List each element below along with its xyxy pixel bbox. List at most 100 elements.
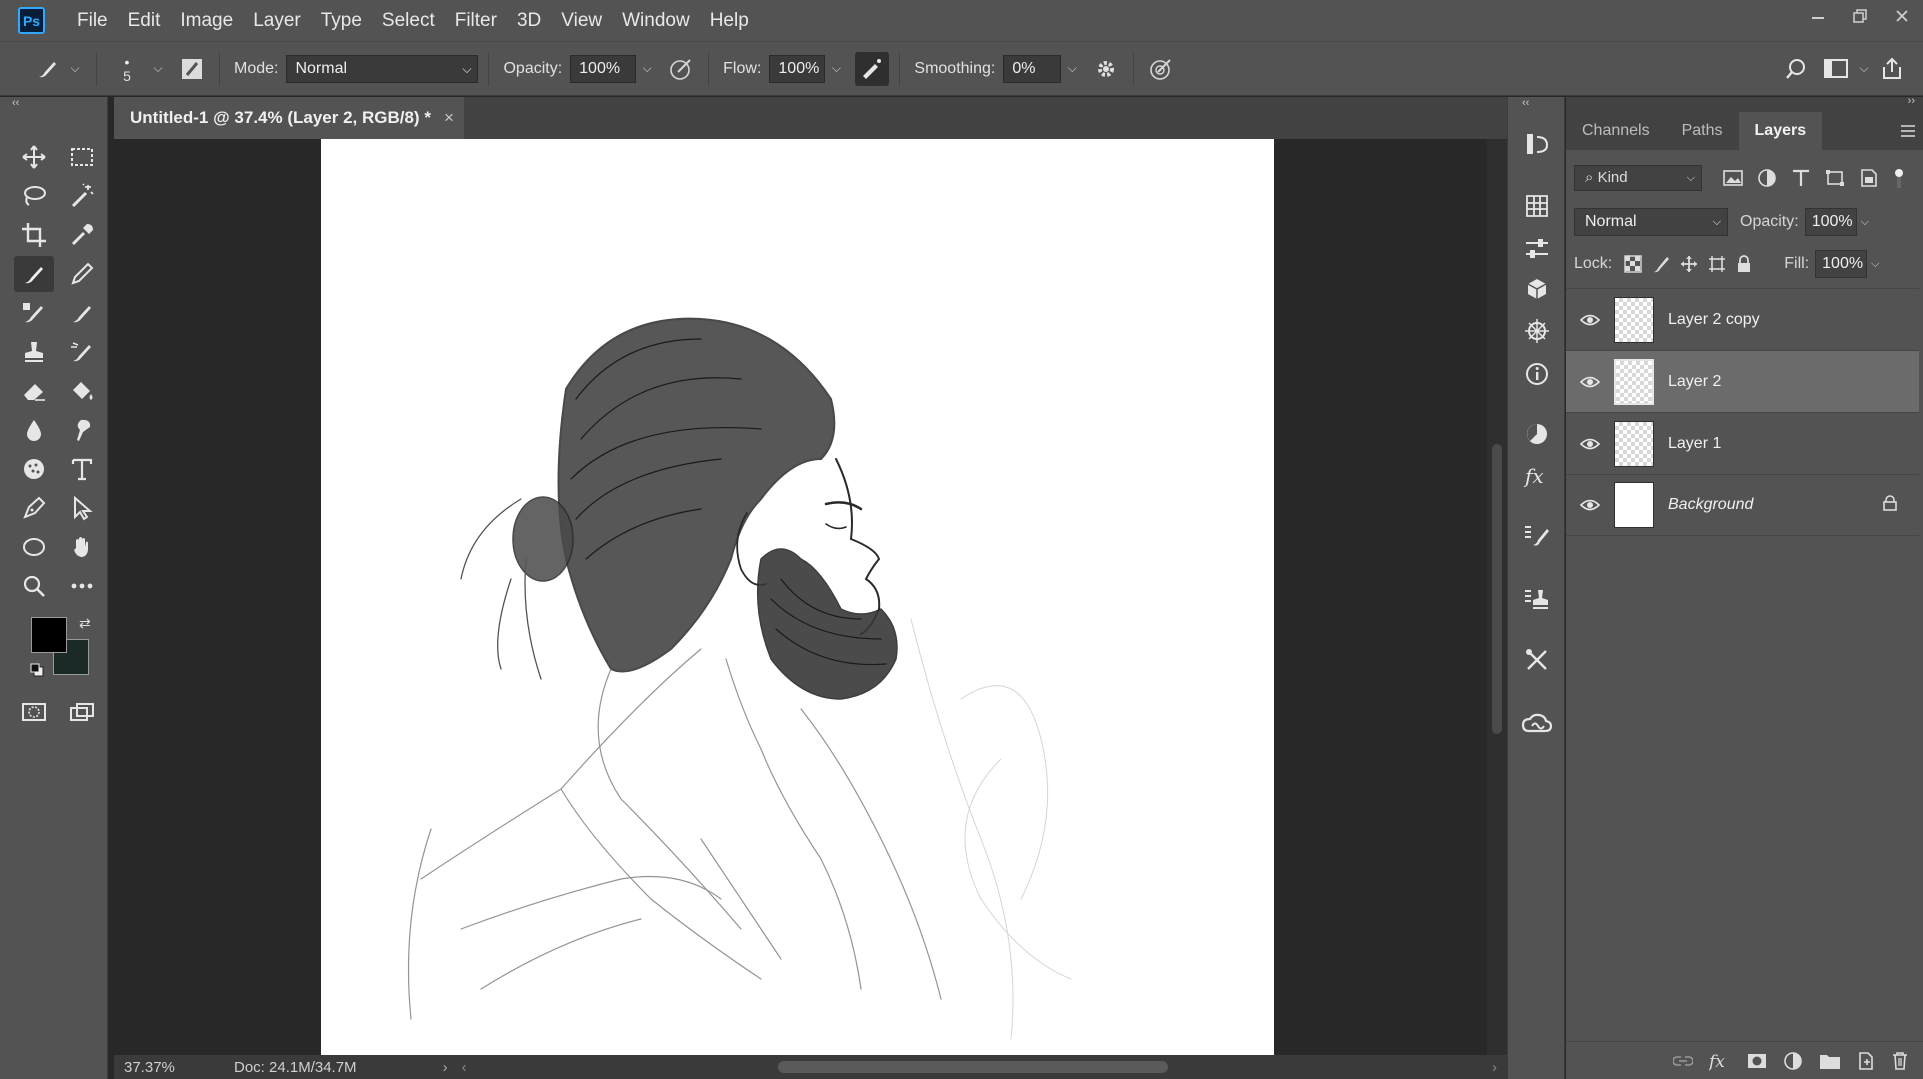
navigator-panel-button[interactable] [1520, 314, 1554, 348]
smoothing-options-button[interactable] [1089, 52, 1123, 86]
styles-panel-button[interactable]: fx [1520, 459, 1554, 493]
default-colors-button[interactable] [30, 663, 44, 682]
fx-icon[interactable]: fx [1709, 1051, 1731, 1071]
history-panel-button[interactable] [1520, 127, 1554, 161]
visibility-toggle[interactable] [1566, 498, 1614, 512]
layer-name[interactable]: Layer 2 [1668, 373, 1721, 391]
flow-dropdown[interactable]: ⌵ [825, 61, 847, 76]
adjustment-layer-icon[interactable] [1783, 1051, 1803, 1071]
hand-tool[interactable] [62, 529, 102, 565]
brush-settings-panel-button[interactable] [1520, 519, 1554, 553]
swatches-panel-button[interactable] [1520, 189, 1554, 223]
fill-dropdown-icon[interactable]: ⌵ [1871, 258, 1879, 271]
chevron-down-icon[interactable]: ⌵ [147, 61, 169, 76]
layer-row-selected[interactable]: Layer 2 [1566, 350, 1919, 412]
layer-row-background[interactable]: Background [1566, 474, 1919, 536]
tab-channels[interactable]: Channels [1566, 112, 1666, 150]
opacity-dropdown[interactable]: ⌵ [636, 61, 658, 76]
info-panel-button[interactable] [1520, 357, 1554, 391]
menu-edit[interactable]: Edit [118, 0, 171, 41]
document-tab[interactable]: Untitled-1 @ 37.4% (Layer 2, RGB/8) * × [114, 97, 464, 139]
chevron-down-icon[interactable]: ⌵ [1853, 61, 1875, 76]
lock-artboard-icon[interactable] [1708, 255, 1726, 273]
menu-layer[interactable]: Layer [243, 0, 311, 41]
new-layer-icon[interactable] [1857, 1051, 1875, 1071]
adjustment-filter-icon[interactable] [1756, 168, 1778, 188]
tab-paths[interactable]: Paths [1666, 112, 1739, 150]
zoom-tool[interactable] [14, 568, 54, 604]
menu-image[interactable]: Image [170, 0, 243, 41]
pencil-tool[interactable] [62, 256, 102, 292]
swap-colors-icon[interactable]: ⇄ [79, 615, 91, 632]
chevron-down-icon[interactable]: ⌵ [64, 61, 86, 76]
type-tool[interactable] [62, 451, 102, 487]
status-menu-arrow-icon[interactable]: › [443, 1059, 448, 1076]
folder-icon[interactable] [1819, 1052, 1841, 1070]
quick-mask-button[interactable] [14, 694, 54, 730]
visibility-toggle[interactable] [1566, 375, 1614, 389]
zoom-level[interactable]: 37.37% [124, 1059, 214, 1076]
link-layers-icon[interactable] [1673, 1054, 1693, 1068]
trash-icon[interactable] [1891, 1051, 1909, 1071]
libraries-panel-button[interactable] [1520, 707, 1554, 741]
crop-tool[interactable] [14, 217, 54, 253]
eyedropper-tool[interactable] [62, 217, 102, 253]
sponge-tool[interactable] [14, 451, 54, 487]
screen-mode-button[interactable] [62, 694, 102, 730]
clone-source-panel-button[interactable] [1520, 583, 1554, 617]
brush-size-picker[interactable]: • 5 [107, 55, 147, 83]
layer-name[interactable]: Layer 2 copy [1668, 311, 1760, 329]
layer-opacity-input[interactable]: 100% [1804, 208, 1857, 236]
color-panel-button[interactable] [1520, 417, 1554, 451]
shape-filter-icon[interactable] [1824, 168, 1846, 188]
menu-type[interactable]: Type [311, 0, 372, 41]
pressure-size-toggle[interactable] [1144, 52, 1178, 86]
scrollbar-thumb[interactable] [1492, 444, 1502, 734]
ellipse-tool[interactable] [14, 529, 54, 565]
collapse-arrows-icon[interactable]: ‹‹ [12, 97, 19, 109]
edit-toolbar-button[interactable] [62, 568, 102, 604]
visibility-toggle[interactable] [1566, 313, 1614, 327]
restore-button[interactable] [1839, 0, 1881, 32]
tool-preset-picker[interactable] [30, 52, 64, 86]
3d-panel-button[interactable] [1520, 272, 1554, 306]
brush-settings-toggle[interactable] [175, 52, 209, 86]
pixel-filter-icon[interactable] [1722, 168, 1744, 188]
lock-image-pixels-icon[interactable] [1652, 255, 1670, 273]
type-filter-icon[interactable] [1790, 168, 1812, 188]
adjustments-panel-button[interactable] [1520, 232, 1554, 266]
share-button[interactable] [1875, 52, 1909, 86]
layer-row[interactable]: Layer 2 copy [1566, 288, 1919, 350]
foreground-color-swatch[interactable] [31, 617, 67, 653]
layer-lock-icon[interactable] [1883, 494, 1897, 516]
history-brush-tool[interactable] [62, 295, 102, 331]
paint-bucket-tool[interactable] [62, 373, 102, 409]
layer-name[interactable]: Background [1668, 496, 1753, 514]
dodge-tool[interactable] [62, 412, 102, 448]
menu-3d[interactable]: 3D [507, 0, 551, 41]
blend-mode-select[interactable]: Normal ⌵ [1574, 208, 1728, 236]
flow-input[interactable]: 100% [769, 54, 826, 83]
workspace-button[interactable] [1819, 52, 1853, 86]
move-tool[interactable] [14, 139, 54, 175]
smart-object-filter-icon[interactable] [1858, 168, 1880, 188]
layer-row[interactable]: Layer 1 [1566, 412, 1919, 474]
lasso-tool[interactable] [14, 178, 54, 214]
airbrush-toggle[interactable] [855, 51, 890, 86]
vertical-scrollbar[interactable] [1487, 139, 1507, 1055]
art-history-brush-tool[interactable] [62, 334, 102, 370]
expand-arrows-icon[interactable]: ›› [1908, 95, 1915, 107]
collapse-arrows-icon[interactable]: ‹‹ [1522, 97, 1529, 109]
mixer-brush-tool[interactable] [14, 295, 54, 331]
close-tab-icon[interactable]: × [434, 108, 464, 128]
lock-transparent-pixels-icon[interactable] [1624, 255, 1642, 273]
stamp-tool[interactable] [14, 334, 54, 370]
magic-wand-tool[interactable] [62, 178, 102, 214]
menu-view[interactable]: View [551, 0, 612, 41]
filter-toggle-icon[interactable] [1892, 168, 1906, 188]
minimize-button[interactable] [1797, 0, 1839, 32]
filter-kind-select[interactable]: ⌕ Kind ⌵ [1574, 165, 1702, 191]
path-selection-tool[interactable] [62, 490, 102, 526]
horizontal-scrollbar-thumb[interactable] [778, 1061, 1168, 1073]
add-mask-icon[interactable] [1747, 1052, 1767, 1070]
